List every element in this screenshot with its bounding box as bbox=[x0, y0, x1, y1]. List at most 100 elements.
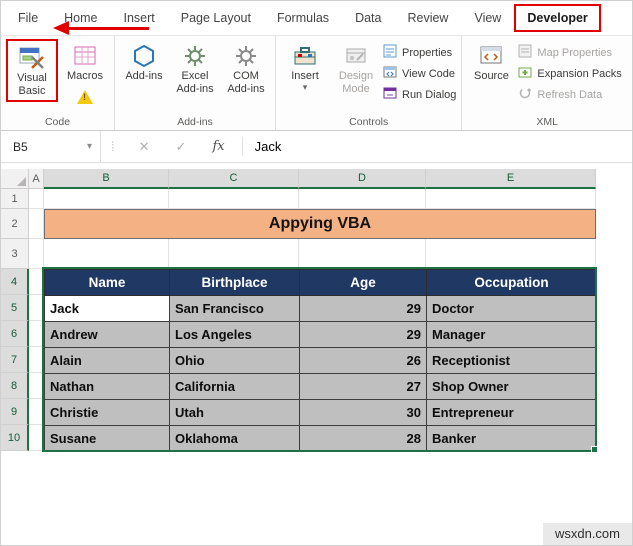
view-code-button[interactable]: View Code bbox=[383, 65, 456, 82]
source-button[interactable]: Source bbox=[467, 39, 515, 86]
macro-security-warning-icon[interactable]: ! bbox=[77, 89, 93, 104]
excel-add-ins-button[interactable]: Excel Add-ins bbox=[171, 39, 219, 98]
cell[interactable]: 28 bbox=[299, 425, 427, 452]
run-dialog-label: Run Dialog bbox=[402, 88, 457, 101]
xml-source-icon bbox=[479, 42, 503, 70]
table-header-age[interactable]: Age bbox=[299, 269, 427, 296]
tab-review[interactable]: Review bbox=[394, 4, 461, 32]
cell-a3[interactable] bbox=[29, 239, 44, 269]
cell[interactable]: Los Angeles bbox=[169, 321, 300, 348]
cancel-icon[interactable]: ✕ bbox=[139, 139, 150, 155]
table-header-occupation[interactable]: Occupation bbox=[426, 269, 597, 296]
cell[interactable]: San Francisco bbox=[169, 295, 300, 322]
cell[interactable]: 29 bbox=[299, 295, 427, 322]
cell-b1[interactable] bbox=[44, 189, 169, 209]
cell[interactable]: 26 bbox=[299, 347, 427, 374]
row-header-2[interactable]: 2 bbox=[1, 209, 29, 239]
tab-file[interactable]: File bbox=[5, 4, 51, 32]
cell-e3[interactable] bbox=[426, 239, 596, 269]
row-header-9[interactable]: 9 bbox=[1, 399, 29, 425]
tab-data[interactable]: Data bbox=[342, 4, 394, 32]
cell[interactable]: 30 bbox=[299, 399, 427, 426]
cell[interactable]: Ohio bbox=[169, 347, 300, 374]
cell[interactable]: Banker bbox=[426, 425, 597, 452]
cell-a1[interactable] bbox=[29, 189, 44, 209]
row-header-1[interactable]: 1 bbox=[1, 189, 29, 209]
cell[interactable]: California bbox=[169, 373, 300, 400]
cell-a9[interactable] bbox=[29, 399, 44, 425]
insert-control-button[interactable]: Insert ▾ bbox=[281, 39, 329, 95]
ribbon-group-xml: Source Map Properties Expansion Packs Re… bbox=[462, 36, 632, 130]
enter-icon[interactable]: ✓ bbox=[176, 139, 187, 155]
column-header-e[interactable]: E bbox=[426, 169, 596, 189]
row-header-3[interactable]: 3 bbox=[1, 239, 29, 269]
insert-function-icon[interactable]: fx bbox=[212, 139, 224, 154]
cell[interactable]: Entrepreneur bbox=[426, 399, 597, 426]
cells-grid: A B C D E 1 2 3 4 5 6 7 8 9 10 Appying V… bbox=[1, 169, 597, 452]
cell-a5[interactable] bbox=[29, 295, 44, 321]
row-header-4[interactable]: 4 bbox=[1, 269, 29, 295]
cell-a10[interactable] bbox=[29, 425, 44, 451]
cell-a4[interactable] bbox=[29, 269, 44, 295]
com-add-ins-button[interactable]: COM Add-ins bbox=[222, 39, 270, 98]
design-mode-button[interactable]: Design Mode bbox=[332, 39, 380, 98]
cell-e1[interactable] bbox=[426, 189, 596, 209]
cell[interactable]: Nathan bbox=[44, 373, 170, 400]
add-ins-button[interactable]: Add-ins bbox=[120, 39, 168, 86]
row-header-6[interactable]: 6 bbox=[1, 321, 29, 347]
properties-button[interactable]: Properties bbox=[383, 44, 456, 61]
cell[interactable]: Utah bbox=[169, 399, 300, 426]
name-box-dropdown-icon[interactable]: ▾ bbox=[87, 141, 92, 152]
com-add-ins-gear-icon bbox=[235, 42, 257, 70]
cell[interactable]: Oklahoma bbox=[169, 425, 300, 452]
table-header-row: Name Birthplace Age Occupation bbox=[44, 269, 597, 296]
cell[interactable]: Andrew bbox=[44, 321, 170, 348]
table-header-birthplace[interactable]: Birthplace bbox=[169, 269, 300, 296]
name-box[interactable]: B5 ▾ bbox=[1, 131, 101, 162]
run-dialog-button[interactable]: Run Dialog bbox=[383, 86, 456, 103]
cell-a6[interactable] bbox=[29, 321, 44, 347]
cell[interactable]: 27 bbox=[299, 373, 427, 400]
cell-c3[interactable] bbox=[169, 239, 299, 269]
tab-view[interactable]: View bbox=[461, 4, 514, 32]
fill-handle[interactable] bbox=[591, 446, 598, 453]
cell[interactable]: Receptionist bbox=[426, 347, 597, 374]
select-all-corner[interactable] bbox=[1, 169, 29, 189]
cell[interactable]: Alain bbox=[44, 347, 170, 374]
column-header-b[interactable]: B bbox=[44, 169, 169, 189]
cell[interactable]: Shop Owner bbox=[426, 373, 597, 400]
cell-a7[interactable] bbox=[29, 347, 44, 373]
ribbon-group-addins: Add-ins Excel Add-ins COM Add-ins Add-in… bbox=[115, 36, 276, 130]
cell[interactable]: Manager bbox=[426, 321, 597, 348]
column-header-a[interactable]: A bbox=[29, 169, 44, 189]
visual-basic-button[interactable]: Visual Basic bbox=[8, 41, 56, 100]
expansion-packs-button[interactable]: Expansion Packs bbox=[518, 65, 622, 82]
table-header-name[interactable]: Name bbox=[44, 269, 170, 296]
column-header-d[interactable]: D bbox=[299, 169, 426, 189]
cell[interactable]: Susane bbox=[44, 425, 170, 452]
cell-a8[interactable] bbox=[29, 373, 44, 399]
row-header-10[interactable]: 10 bbox=[1, 425, 29, 451]
cell[interactable]: Christie bbox=[44, 399, 170, 426]
column-header-c[interactable]: C bbox=[169, 169, 299, 189]
tab-developer[interactable]: Developer bbox=[514, 4, 601, 32]
cell-d1[interactable] bbox=[299, 189, 426, 209]
cell[interactable]: 29 bbox=[299, 321, 427, 348]
row-header-5[interactable]: 5 bbox=[1, 295, 29, 321]
cell-c1[interactable] bbox=[169, 189, 299, 209]
cell-b3[interactable] bbox=[44, 239, 169, 269]
formula-bar-input[interactable]: Jack bbox=[247, 139, 282, 154]
cell-d3[interactable] bbox=[299, 239, 426, 269]
cell[interactable]: Doctor bbox=[426, 295, 597, 322]
insert-dropdown-icon[interactable]: ▾ bbox=[303, 82, 308, 92]
worksheet-title-cell[interactable]: Appying VBA bbox=[44, 209, 596, 239]
refresh-data-button[interactable]: Refresh Data bbox=[518, 86, 621, 103]
cell-a2[interactable] bbox=[29, 209, 44, 239]
macros-button[interactable]: Macros bbox=[61, 39, 109, 86]
tab-formulas[interactable]: Formulas bbox=[264, 4, 342, 32]
row-header-7[interactable]: 7 bbox=[1, 347, 29, 373]
map-properties-button[interactable]: Map Properties bbox=[518, 44, 621, 61]
tab-page-layout[interactable]: Page Layout bbox=[168, 4, 264, 32]
active-cell-b5[interactable]: Jack bbox=[44, 295, 170, 322]
row-header-8[interactable]: 8 bbox=[1, 373, 29, 399]
